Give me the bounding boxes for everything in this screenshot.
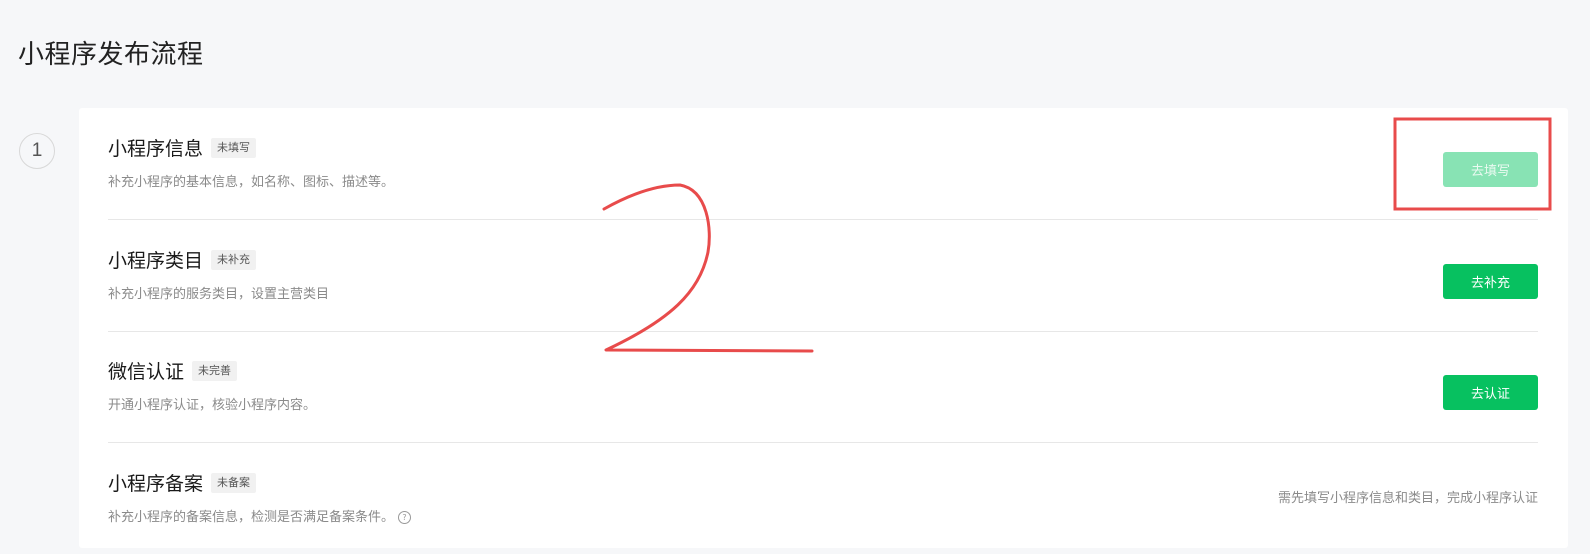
row-title: 小程序备案	[108, 473, 204, 495]
add-category-button[interactable]: 去补充	[1443, 264, 1538, 299]
status-badge: 未补充	[211, 249, 257, 270]
row-title-wrap: 微信认证 未完善	[108, 357, 238, 384]
step-row-verification: 微信认证 未完善 开通小程序认证，核验小程序内容。 去认证	[108, 331, 1538, 443]
row-description: 补充小程序的服务类目，设置主营类目	[108, 287, 330, 302]
step-row-info: 小程序信息 未填写 补充小程序的基本信息，如名称、图标、描述等。 去填写	[108, 108, 1538, 220]
verify-button[interactable]: 去认证	[1443, 375, 1538, 410]
row-title: 小程序类目	[108, 250, 204, 272]
row-description: 补充小程序的备案信息，检测是否满足备案条件。?	[108, 506, 412, 525]
row-description-text: 补充小程序的备案信息，检测是否满足备案条件。	[108, 510, 395, 525]
row-description: 开通小程序认证，核验小程序内容。	[108, 398, 317, 413]
row-title-wrap: 小程序类目 未补充	[108, 246, 257, 273]
step-row-filing: 小程序备案 未备案 补充小程序的备案信息，检测是否满足备案条件。? 需先填写小程…	[108, 443, 1538, 554]
step-row-category: 小程序类目 未补充 补充小程序的服务类目，设置主营类目 去补充	[108, 220, 1538, 332]
status-badge: 未备案	[211, 472, 257, 493]
status-badge: 未完善	[192, 360, 238, 381]
row-title: 小程序信息	[108, 138, 204, 160]
prerequisite-note: 需先填写小程序信息和类目，完成小程序认证	[1277, 491, 1538, 506]
row-title-wrap: 小程序信息 未填写	[108, 134, 257, 161]
row-title: 微信认证	[108, 361, 185, 383]
step-number-circle: 1	[19, 133, 55, 169]
publish-steps-card: 小程序信息 未填写 补充小程序的基本信息，如名称、图标、描述等。 去填写 小程序…	[79, 108, 1568, 548]
fill-info-button[interactable]: 去填写	[1443, 152, 1538, 187]
row-description: 补充小程序的基本信息，如名称、图标、描述等。	[108, 175, 395, 190]
row-title-wrap: 小程序备案 未备案	[108, 469, 257, 496]
status-badge: 未填写	[211, 137, 257, 158]
help-icon[interactable]: ?	[398, 511, 412, 524]
page-title: 小程序发布流程	[18, 40, 204, 70]
